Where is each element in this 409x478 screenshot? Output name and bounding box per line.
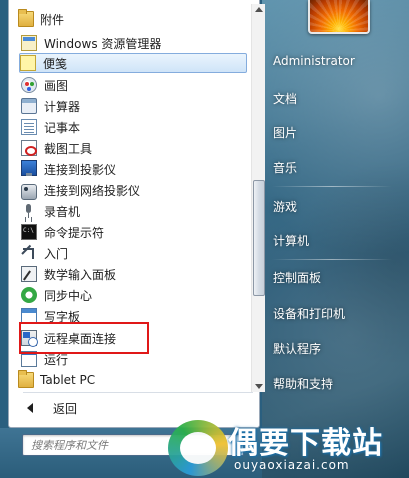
menu-item-label: 写字板: [44, 309, 81, 324]
watermark-url: ouyaoxiazai.com: [234, 458, 350, 472]
menu-item-label: 画图: [44, 78, 69, 93]
scroll-up-arrow-icon[interactable]: [255, 7, 263, 12]
explorer-icon: [21, 35, 37, 51]
menu-item-calculator[interactable]: 计算器: [21, 96, 241, 116]
menu-item-label: 附件: [40, 12, 65, 27]
menu-item-label: 记事本: [44, 120, 81, 135]
menu-item-command-prompt[interactable]: 命令提示符: [21, 222, 241, 242]
scrollbar-thumb[interactable]: [253, 180, 265, 296]
back-arrow-icon: [27, 403, 33, 413]
menu-item-label: 连接到网络投影仪: [44, 183, 141, 198]
back-label: 返回: [53, 401, 78, 416]
menu-item-notepad[interactable]: 记事本: [21, 117, 241, 137]
menu-item-getting-started[interactable]: 入门: [21, 243, 241, 263]
getting-started-icon: [21, 245, 37, 261]
menu-item-sticky-notes[interactable]: 便笺: [19, 53, 247, 73]
menu-item-tablet-pc-folder[interactable]: Tablet PC: [18, 370, 238, 390]
paint-icon: [21, 77, 37, 93]
menu-item-label: Windows 资源管理器: [44, 36, 162, 51]
menu-item-label: 数学输入面板: [44, 267, 117, 282]
programs-pane: 附件 Windows 资源管理器 便笺 画图 计算器 记事本 截图工具 连接到投…: [8, 0, 265, 428]
sticky-notes-icon: [20, 55, 36, 71]
watermark-site-name: 偶要下载站: [228, 426, 383, 461]
network-projector-icon: [21, 183, 37, 200]
menu-item-sound-recorder[interactable]: 录音机: [21, 201, 241, 221]
menu-item-label: 同步中心: [44, 288, 93, 303]
projector-monitor-icon: [21, 160, 37, 176]
watermark-logo-icon: [168, 420, 228, 476]
calculator-icon: [21, 98, 37, 114]
folder-icon: [18, 9, 34, 27]
right-separator: [272, 186, 392, 187]
right-item-music[interactable]: 音乐: [273, 159, 297, 176]
menu-item-remote-desktop[interactable]: 远程桌面连接: [21, 328, 241, 348]
right-item-computer[interactable]: 计算机: [273, 232, 309, 249]
menu-item-connect-network-projector[interactable]: 连接到网络投影仪: [21, 180, 241, 200]
user-avatar[interactable]: [308, 0, 370, 34]
right-item-default-programs[interactable]: 默认程序: [273, 340, 321, 357]
right-item-games[interactable]: 游戏: [273, 198, 297, 215]
command-prompt-icon: [21, 224, 37, 240]
menu-item-label: 入门: [44, 246, 69, 261]
run-icon: [21, 351, 37, 367]
menu-item-label: 远程桌面连接: [44, 331, 117, 346]
menu-item-paint[interactable]: 画图: [21, 75, 241, 95]
programs-scrollbar[interactable]: [251, 4, 265, 392]
right-item-devices-printers[interactable]: 设备和打印机: [273, 305, 345, 322]
menu-item-label: 截图工具: [44, 141, 93, 156]
menu-item-label: 运行: [44, 352, 69, 367]
microphone-icon: [21, 203, 37, 219]
menu-item-snipping-tool[interactable]: 截图工具: [21, 138, 241, 158]
menu-item-label: Tablet PC: [40, 373, 96, 387]
sync-center-icon: [21, 287, 37, 303]
scroll-down-arrow-icon[interactable]: [255, 384, 263, 389]
menu-item-label: 便笺: [43, 56, 68, 71]
folder-icon: [18, 370, 34, 388]
right-item-administrator[interactable]: Administrator: [273, 54, 355, 68]
remote-desktop-icon: [21, 330, 38, 347]
menu-item-label: 连接到投影仪: [44, 162, 117, 177]
right-item-documents[interactable]: 文档: [273, 90, 297, 107]
math-input-icon: [21, 266, 37, 282]
menu-item-windows-explorer[interactable]: Windows 资源管理器: [21, 33, 241, 53]
right-separator: [272, 259, 392, 260]
menu-item-sync-center[interactable]: 同步中心: [21, 285, 241, 305]
menu-item-accessories-folder[interactable]: 附件: [18, 9, 238, 29]
right-item-control-panel[interactable]: 控制面板: [273, 269, 321, 286]
menu-item-label: 计算器: [44, 99, 81, 114]
back-button[interactable]: 返回: [23, 397, 77, 419]
wordpad-icon: [21, 308, 37, 324]
right-item-pictures[interactable]: 图片: [273, 124, 297, 141]
menu-item-connect-projector[interactable]: 连接到投影仪: [21, 159, 241, 179]
notepad-icon: [21, 119, 37, 135]
menu-item-math-input-panel[interactable]: 数学输入面板: [21, 264, 241, 284]
menu-item-label: 命令提示符: [44, 225, 105, 240]
menu-item-wordpad[interactable]: 写字板: [21, 306, 241, 326]
right-item-help-support[interactable]: 帮助和支持: [273, 375, 333, 392]
menu-item-label: 录音机: [44, 204, 81, 219]
menu-item-run[interactable]: 运行: [21, 349, 241, 369]
search-placeholder: 搜索程序和文件: [31, 439, 108, 452]
menu-divider: [23, 392, 253, 393]
avatar-flower-image: [310, 0, 368, 32]
snipping-tool-icon: [21, 140, 37, 156]
